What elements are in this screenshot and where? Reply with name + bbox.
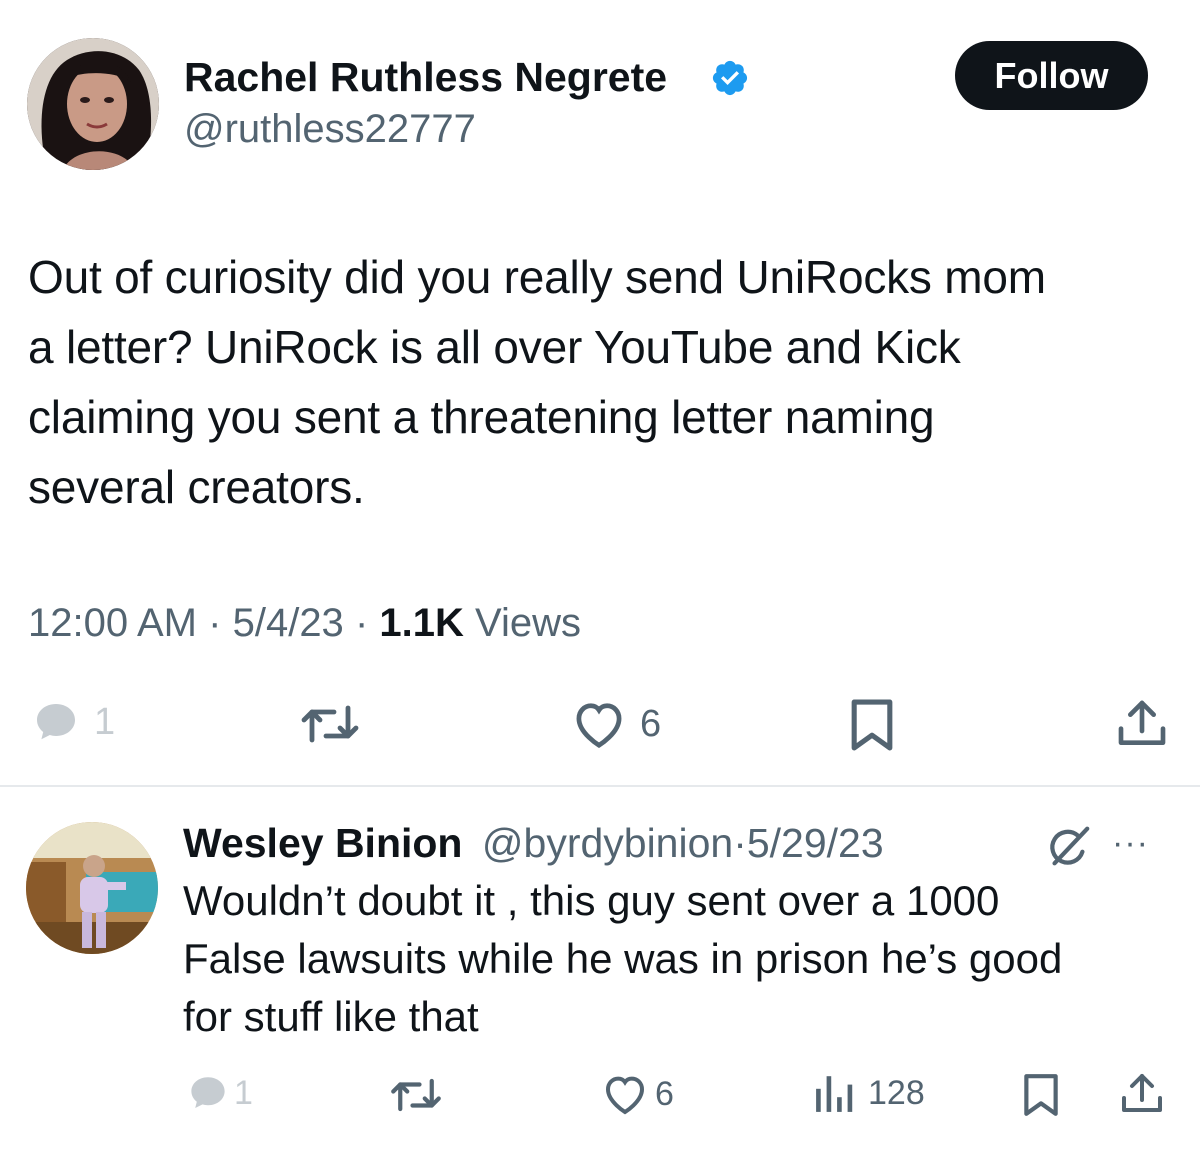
reply-text: Wouldn’t doubt it , this guy sent over a… bbox=[183, 872, 1173, 1046]
reply-bubble-icon bbox=[186, 1072, 230, 1114]
reply-header: Wesley Binion @byrdybinion·5/29/23 bbox=[183, 818, 884, 868]
author-handle[interactable]: @ruthless22777 bbox=[184, 104, 476, 154]
follow-button[interactable]: Follow bbox=[955, 41, 1148, 110]
tweet-meta: 12:00 AM · 5/4/23 · 1.1K Views bbox=[28, 598, 581, 648]
share-button[interactable] bbox=[1114, 696, 1170, 752]
more-options-button[interactable]: ··· bbox=[1112, 826, 1149, 860]
author-name[interactable]: Rachel Ruthless Negrete bbox=[184, 52, 667, 102]
tweet-text-line: claiming you sent a threatening letter n… bbox=[28, 391, 935, 443]
bookmark-icon bbox=[1020, 1072, 1062, 1118]
reply-share-button[interactable] bbox=[1118, 1070, 1166, 1118]
grok-slash-icon[interactable] bbox=[1043, 824, 1093, 873]
like-count: 6 bbox=[640, 702, 662, 745]
bookmark-icon bbox=[846, 697, 898, 753]
bookmark-button[interactable] bbox=[846, 697, 898, 753]
heart-icon bbox=[570, 698, 628, 750]
author-avatar[interactable] bbox=[27, 38, 159, 170]
reply-avatar-image bbox=[26, 822, 158, 954]
views-count: 128 bbox=[868, 1073, 925, 1112]
retweet-icon bbox=[298, 700, 362, 748]
reply-reply-button[interactable]: 1 bbox=[186, 1072, 253, 1114]
author-avatar-image bbox=[27, 38, 159, 170]
meta-separator: · bbox=[208, 601, 222, 645]
tweet-date[interactable]: 5/4/23 bbox=[233, 601, 344, 645]
reply-author-avatar[interactable] bbox=[26, 822, 158, 954]
tweet-text-line: Out of curiosity did you really send Uni… bbox=[28, 251, 1046, 303]
reply-bookmark-button[interactable] bbox=[1020, 1072, 1062, 1118]
meta-separator: · bbox=[354, 601, 369, 645]
meta-separator: · bbox=[733, 820, 747, 866]
tweet-time[interactable]: 12:00 AM bbox=[28, 601, 197, 645]
reply-bubble-icon bbox=[30, 698, 82, 746]
reply-date[interactable]: 5/29/23 bbox=[747, 820, 884, 866]
bar-chart-icon bbox=[814, 1072, 856, 1114]
tweet-text-line: a letter? UniRock is all over YouTube an… bbox=[28, 321, 961, 373]
reply-like-button[interactable]: 6 bbox=[601, 1072, 674, 1116]
retweet-button[interactable] bbox=[298, 700, 362, 748]
reply-count: 1 bbox=[234, 1073, 253, 1112]
reply-views-button[interactable]: 128 bbox=[814, 1072, 925, 1114]
share-icon bbox=[1114, 696, 1170, 752]
reply-author-name[interactable]: Wesley Binion bbox=[183, 820, 462, 866]
verified-badge-icon bbox=[710, 58, 750, 98]
reply-retweet-button[interactable] bbox=[388, 1074, 444, 1116]
tweet-text-line: several creators. bbox=[28, 461, 365, 513]
reply-text-line: Wouldn’t doubt it , this guy sent over a… bbox=[183, 877, 1000, 924]
views-label: Views bbox=[475, 601, 581, 645]
reply-text-line: False lawsuits while he was in prison he… bbox=[183, 935, 1063, 982]
tweet-text: Out of curiosity did you really send Uni… bbox=[28, 242, 1188, 522]
views-count: 1.1K bbox=[379, 601, 464, 645]
heart-icon bbox=[601, 1072, 649, 1116]
reply-text-line: for stuff like that bbox=[183, 993, 479, 1040]
reply-count: 1 bbox=[94, 700, 116, 743]
share-icon bbox=[1118, 1070, 1166, 1118]
divider bbox=[0, 785, 1200, 787]
reply-author-handle[interactable]: @byrdybinion bbox=[482, 820, 733, 866]
like-count: 6 bbox=[655, 1074, 674, 1113]
reply-button[interactable]: 1 bbox=[30, 698, 115, 746]
retweet-icon bbox=[388, 1074, 444, 1116]
like-button[interactable]: 6 bbox=[570, 698, 661, 750]
